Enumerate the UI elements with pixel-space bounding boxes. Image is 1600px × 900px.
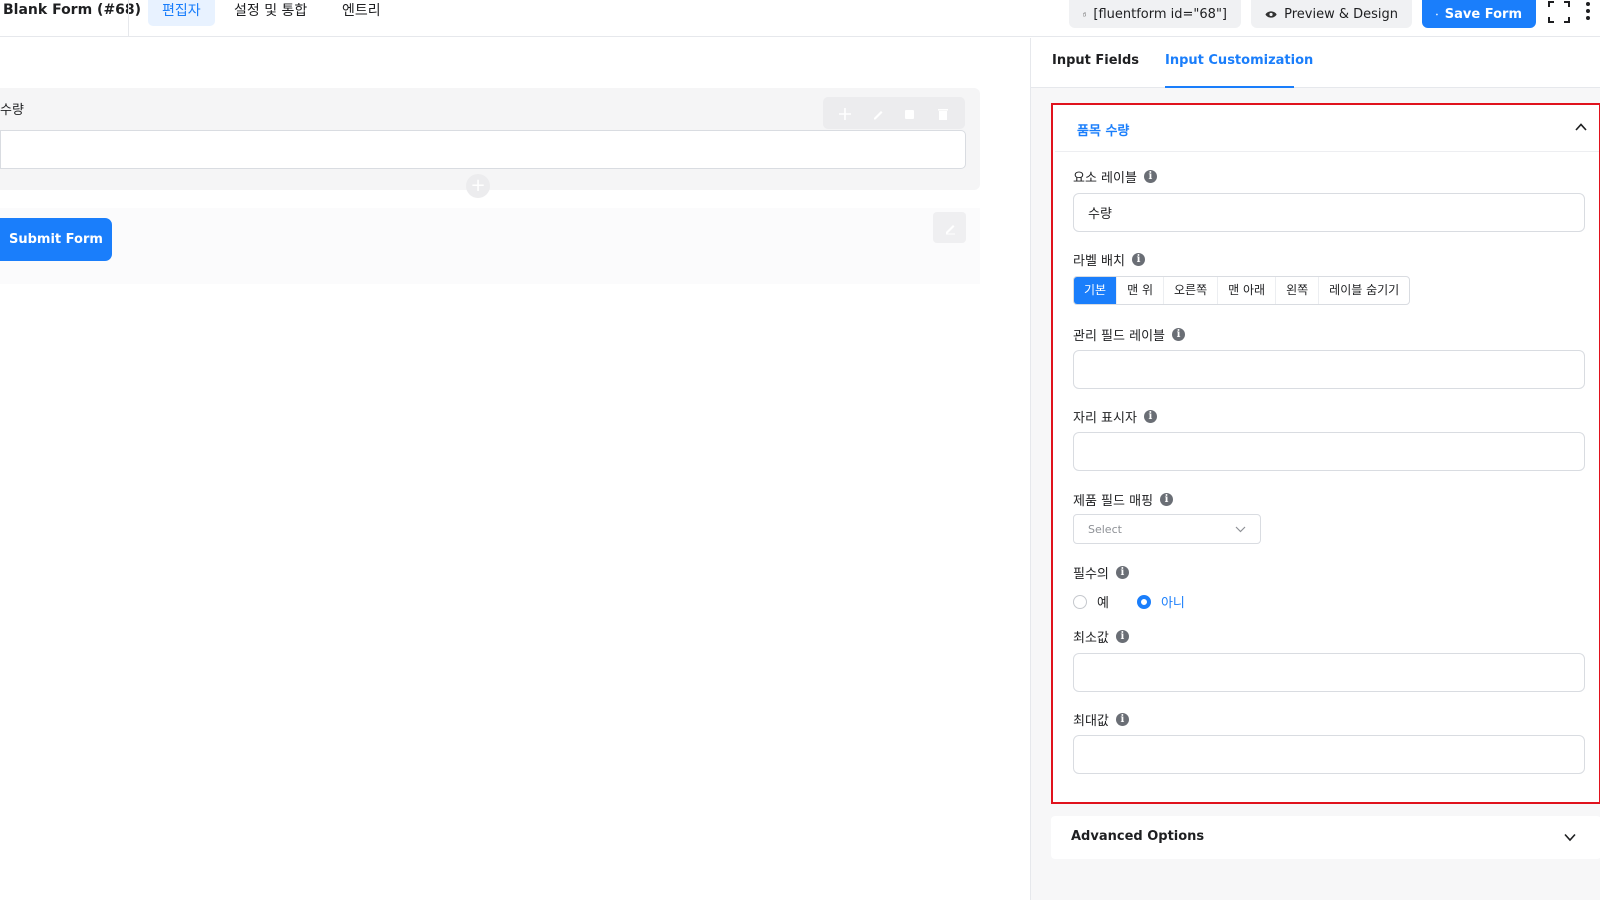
- required-text: 필수의: [1073, 567, 1109, 582]
- quantity-field-input-preview: [0, 130, 966, 169]
- radio-label-yes: 예: [1097, 596, 1109, 611]
- required-yes-radio[interactable]: 예: [1073, 592, 1109, 611]
- info-icon[interactable]: i: [1160, 493, 1174, 506]
- admin-field-label-label: 관리 필드 레이블 i: [1073, 325, 1185, 344]
- section-header[interactable]: 품목 수량: [1055, 105, 1599, 152]
- tab-editor[interactable]: 편집자: [148, 0, 215, 26]
- tab-input-fields[interactable]: Input Fields: [1052, 53, 1139, 68]
- field-settings-card: 품목 수량 요소 레이블 i 수량 라벨 배치 i 기본 맨 위 오른쪽 맨 아…: [1051, 103, 1600, 804]
- top-bar: Blank Form (#68) 편집자 설정 및 통합 엔트리 [fluent…: [0, 0, 1600, 37]
- duplicate-icon[interactable]: [903, 106, 917, 120]
- info-icon[interactable]: i: [1143, 410, 1157, 423]
- save-form-button[interactable]: Save Form: [1422, 0, 1536, 28]
- placement-option-top[interactable]: 맨 위: [1117, 277, 1164, 304]
- element-label-text: 요소 레이블: [1073, 171, 1137, 186]
- product-field-mapping-label: 제품 필드 매핑 i: [1073, 490, 1174, 509]
- divider: [128, 0, 129, 36]
- min-value-text: 최소값: [1073, 631, 1109, 646]
- min-value-input[interactable]: [1073, 653, 1585, 692]
- info-icon[interactable]: i: [1115, 566, 1129, 579]
- placement-option-left[interactable]: 왼쪽: [1276, 277, 1320, 304]
- placeholder-text: 자리 표시자: [1073, 411, 1137, 426]
- more-menu-icon[interactable]: [1585, 2, 1591, 22]
- placement-option-hide[interactable]: 레이블 숨기기: [1319, 277, 1409, 304]
- field-toolbar: [823, 97, 965, 129]
- submit-form-button[interactable]: Submit Form: [0, 218, 112, 261]
- info-icon[interactable]: i: [1143, 170, 1157, 183]
- element-label-label: 요소 레이블 i: [1073, 167, 1157, 186]
- max-value-text: 최대값: [1073, 714, 1109, 729]
- tab-input-customization[interactable]: Input Customization: [1165, 53, 1313, 68]
- placement-option-right[interactable]: 오른쪽: [1164, 277, 1219, 304]
- label-placement-label: 라벨 배치 i: [1073, 250, 1145, 269]
- chevron-up-icon[interactable]: [1575, 122, 1587, 132]
- info-icon[interactable]: i: [1131, 253, 1145, 266]
- placement-option-bottom[interactable]: 맨 아래: [1218, 277, 1277, 304]
- label-placement-segmented-control: 기본 맨 위 오른쪽 맨 아래 왼쪽 레이블 숨기기: [1073, 276, 1411, 305]
- advanced-options-title: Advanced Options: [1071, 829, 1205, 844]
- tab-entries[interactable]: 엔트리: [328, 0, 395, 26]
- save-form-label: Save Form: [1444, 6, 1522, 22]
- label-placement-text: 라벨 배치: [1073, 254, 1125, 269]
- eye-icon: [1265, 10, 1277, 18]
- required-label: 필수의 i: [1073, 563, 1129, 582]
- sidebar-tabs: Input Fields Input Customization: [1031, 38, 1600, 88]
- placement-option-default[interactable]: 기본: [1074, 277, 1118, 304]
- check-circle-icon: [1436, 13, 1438, 15]
- edit-submit-icon[interactable]: [933, 212, 966, 243]
- radio-circle: [1073, 594, 1087, 609]
- move-icon[interactable]: [838, 106, 852, 120]
- tab-settings-integrations[interactable]: 설정 및 통합: [220, 0, 321, 26]
- edit-icon[interactable]: [871, 106, 885, 120]
- chevron-down-icon: [1235, 526, 1246, 532]
- product-field-mapping-text: 제품 필드 매핑: [1073, 494, 1154, 509]
- required-radio-group: 예 아니: [1073, 592, 1185, 611]
- add-field-icon[interactable]: +: [466, 174, 490, 198]
- settings-sidebar: Input Fields Input Customization 품목 수량 요…: [1030, 38, 1600, 900]
- delete-icon[interactable]: [936, 106, 950, 120]
- preview-design-label: Preview & Design: [1284, 6, 1398, 22]
- form-editor-canvas: 수량 + Submit Form: [0, 38, 1030, 900]
- max-value-label: 최대값 i: [1073, 710, 1129, 729]
- shortcode-label: [fluentform id="68"]: [1093, 6, 1227, 22]
- admin-field-label-input[interactable]: [1073, 350, 1585, 389]
- preview-design-button[interactable]: Preview & Design: [1251, 0, 1412, 28]
- placeholder-label: 자리 표시자 i: [1073, 407, 1157, 426]
- radio-circle: [1136, 594, 1151, 609]
- info-icon[interactable]: i: [1172, 328, 1185, 341]
- fullscreen-icon[interactable]: [1547, 0, 1571, 24]
- max-value-input[interactable]: [1073, 735, 1585, 774]
- element-label-input[interactable]: 수량: [1073, 193, 1585, 232]
- active-tab-indicator: [1165, 86, 1294, 88]
- required-no-radio[interactable]: 아니: [1136, 592, 1185, 611]
- shortcode-button[interactable]: [fluentform id="68"]: [1069, 0, 1241, 28]
- info-icon[interactable]: i: [1115, 713, 1129, 726]
- form-title: Blank Form (#68): [3, 2, 142, 18]
- chevron-down-icon[interactable]: [1564, 832, 1576, 842]
- info-icon[interactable]: i: [1115, 630, 1129, 643]
- quantity-field-label: 수량: [0, 103, 24, 118]
- placeholder-input[interactable]: [1073, 432, 1585, 471]
- admin-field-label-text: 관리 필드 레이블: [1073, 329, 1165, 344]
- advanced-options-panel[interactable]: Advanced Options: [1051, 816, 1600, 859]
- radio-label-no: 아니: [1160, 596, 1185, 611]
- copy-icon: [1083, 12, 1087, 16]
- min-value-label: 최소값 i: [1073, 627, 1129, 646]
- product-field-mapping-select[interactable]: Select: [1073, 514, 1261, 544]
- section-title: 품목 수량: [1077, 124, 1130, 139]
- select-value: Select: [1088, 522, 1122, 536]
- submit-area: [0, 208, 980, 284]
